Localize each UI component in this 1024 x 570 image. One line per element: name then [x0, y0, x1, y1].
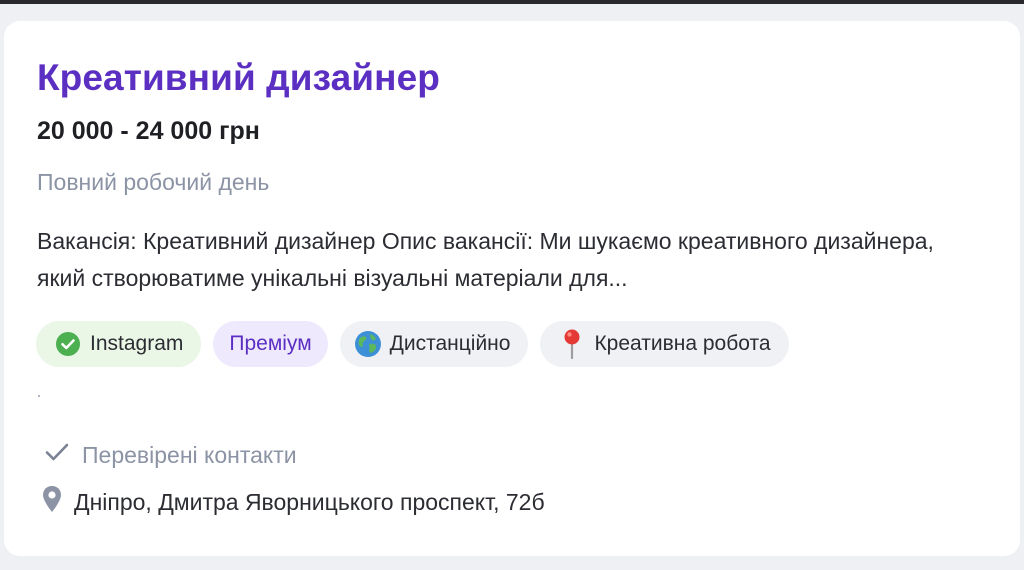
tag-list: Instagram Преміум Дистанційно Креативна …: [36, 321, 789, 367]
top-bar: [0, 0, 1024, 4]
tag-instagram-label: Instagram: [90, 332, 184, 355]
checkmark-icon: [44, 441, 70, 469]
tag-remote[interactable]: Дистанційно: [339, 321, 529, 367]
tag-premium[interactable]: Преміум: [213, 321, 328, 367]
verified-contacts-label: Перевірені контакти: [82, 441, 297, 468]
job-card[interactable]: Креативний дизайнер 20 000 - 24 000 грн …: [4, 21, 1020, 556]
job-address-label: Дніпро, Дмитра Яворницького проспект, 72…: [74, 488, 545, 515]
check-circle-icon: [54, 330, 82, 358]
tag-instagram[interactable]: Instagram: [36, 321, 202, 367]
tag-creative-label: Креативна робота: [594, 332, 771, 355]
verified-contacts: Перевірені контакти: [44, 441, 297, 469]
pushpin-icon: [558, 329, 586, 359]
job-schedule: Повний робочий день: [37, 169, 270, 195]
tag-remote-label: Дистанційно: [389, 332, 511, 355]
tag-premium-label: Преміум: [229, 332, 312, 355]
job-address[interactable]: Дніпро, Дмитра Яворницького проспект, 72…: [41, 485, 545, 519]
globe-icon: [354, 330, 382, 358]
location-pin-icon: [41, 485, 63, 519]
divider-dot: [38, 395, 40, 397]
job-salary: 20 000 - 24 000 грн: [37, 117, 260, 145]
tag-creative[interactable]: Креативна робота: [540, 321, 789, 367]
job-description: Вакансія: Креативний дизайнер Опис вакан…: [37, 228, 934, 291]
job-title[interactable]: Креативний дизайнер: [37, 57, 440, 99]
